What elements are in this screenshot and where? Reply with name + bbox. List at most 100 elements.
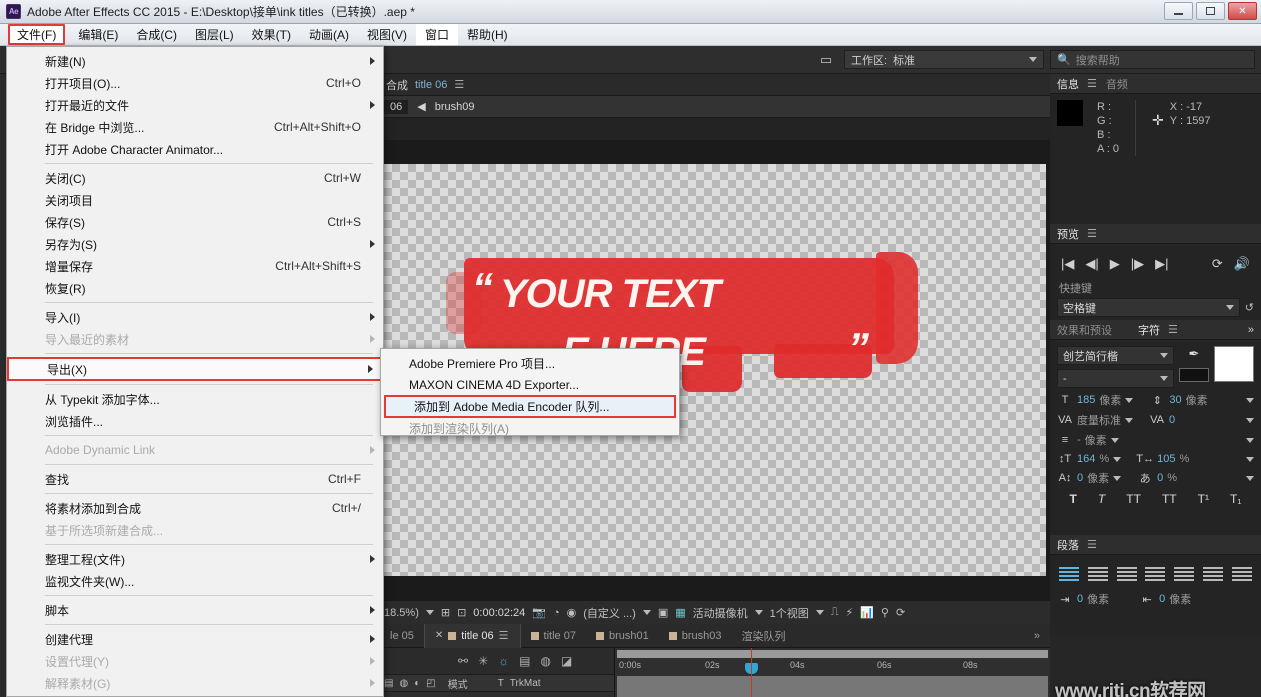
file-menu-dropdown[interactable]: 新建(N) 打开项目(O)... Ctrl+O 打开最近的文件在 Bridge 中浏览… [6,46,384,697]
align-center-icon[interactable] [1087,567,1108,581]
fast-preview-icon[interactable]: ⚡ [845,606,853,619]
info-panel-menu-icon[interactable]: ☰ [1087,77,1098,90]
comp-tab-label[interactable]: 合成 [386,77,408,93]
align-left-icon[interactable] [1059,567,1079,581]
tab-render-queue[interactable]: 渲染队列 [732,624,796,648]
justify-last-right-icon[interactable] [1203,567,1224,581]
zoom-chevron-icon[interactable] [425,610,434,615]
chevron-down-icon-hscale[interactable] [1246,456,1254,462]
timeline-graph-area[interactable]: 0:00s 02s 04s 06s 08s [615,648,1050,697]
reset-exposure-icon[interactable]: ⟳ [896,606,905,619]
menu-layer[interactable]: 图层(L) [186,24,243,45]
export-submenu[interactable]: Adobe Premiere Pro 项目... MAXON CINEMA 4D… [380,348,680,436]
submenu-item-premiere[interactable]: Adobe Premiere Pro 项目... [381,353,679,374]
next-frame-icon[interactable]: |▶ [1131,256,1144,272]
resolution-chevron-icon[interactable] [642,610,651,615]
last-frame-icon[interactable]: ▶| [1155,256,1168,272]
views-chevron-icon[interactable] [815,610,824,615]
timeline-ruler[interactable]: 0:00s 02s 04s 06s 08s [615,658,1050,676]
eyedropper-icon[interactable]: ✒ [1179,346,1209,362]
justify-all-icon[interactable] [1231,567,1252,581]
menu-view[interactable]: 视图(V) [358,24,416,45]
chevron-down-icon-kerning[interactable] [1125,417,1133,423]
chevron-down-icon-strokewidth[interactable] [1110,437,1119,443]
workspace-toggle-icon[interactable]: ▭ [814,49,838,71]
menu-item-0-3[interactable]: 在 Bridge 中浏览... Ctrl+Alt+Shift+O [7,116,383,138]
submenu-item-media-encoder[interactable]: 添加到 Adobe Media Encoder 队列... [384,395,676,418]
font-style-select[interactable]: - [1057,369,1174,388]
menu-animation[interactable]: 动画(A) [300,24,358,45]
grid-guides-icon[interactable]: ⊞ [441,606,450,619]
font-family-select[interactable]: 创艺简行楷 [1057,346,1174,365]
vscale-value[interactable]: 164 [1077,453,1095,465]
camera-chevron-icon[interactable] [754,610,763,615]
tab-close-icon[interactable]: ✕ [435,630,443,641]
leading-value[interactable]: 30 [1169,394,1181,406]
close-button[interactable]: ✕ [1228,2,1257,20]
menu-composition[interactable]: 合成(C) [127,24,186,45]
indent-value-1[interactable]: 0 [1077,593,1083,605]
maximize-button[interactable] [1196,2,1225,20]
tab-paragraph[interactable]: 段落 [1057,537,1079,553]
show-snapshot-icon[interactable]: ◔ [553,607,560,619]
baseline-value[interactable]: 0 [1077,472,1083,484]
superscript-button[interactable]: T¹ [1198,492,1209,506]
menu-item-4-0[interactable]: 从 Typekit 添加字体... [7,388,383,410]
region-of-interest-icon[interactable]: ⊡ [457,606,466,619]
menu-item-0-1[interactable]: 打开项目(O)... Ctrl+O [7,72,383,94]
chevron-down-icon-tracking[interactable] [1246,417,1254,423]
chevron-down-icon-vscale[interactable] [1113,456,1122,462]
tab-title-06[interactable]: ✕ title 06 ☰ [423,623,521,648]
minimize-button[interactable] [1164,2,1193,20]
region-interest-icon[interactable]: ▣ [658,606,668,619]
shy-icon[interactable]: ◍ [540,654,550,668]
small-caps-button[interactable]: TT [1162,492,1177,506]
playhead-line[interactable] [751,648,752,697]
pixel-aspect-icon[interactable]: ⎍ [831,606,839,619]
tab-brush01[interactable]: brush01 [586,624,659,648]
all-caps-button[interactable]: TT [1126,492,1141,506]
camera-view-value[interactable]: 活动摄像机 [693,605,748,621]
chevron-double-right-icon-char[interactable]: » [1248,324,1254,336]
menu-item-0-0[interactable]: 新建(N) [7,50,383,72]
stroke-width-value[interactable]: - [1077,434,1081,446]
breadcrumb-chip[interactable]: 06 [384,99,409,114]
shortcut-select[interactable]: 空格键 [1057,298,1240,317]
resolution-value[interactable]: (自定义 ...) [583,605,636,621]
font-size-value[interactable]: 185 [1077,394,1095,406]
chevron-down-icon-size[interactable] [1125,397,1134,403]
menu-file[interactable]: 文件(F) [8,24,66,45]
subscript-button[interactable]: T₁ [1230,492,1241,506]
fill-color-chip[interactable] [1214,346,1254,382]
menu-edit[interactable]: 编辑(E) [69,24,127,45]
timeline-icon[interactable]: 📊 [860,606,874,619]
menu-item-9-0[interactable]: 脚本 [7,599,383,621]
tracking-value[interactable]: 0 [1169,414,1175,426]
menu-item-7-0[interactable]: 将素材添加到合成 Ctrl+/ [7,497,383,519]
reset-shortcut-icon[interactable]: ↺ [1245,301,1254,314]
chevron-down-icon-tsume[interactable] [1246,475,1254,481]
loop-icon[interactable]: ⟳ [1212,256,1223,272]
lock-switch-icon[interactable]: ◰ [426,678,435,689]
panel-menu-icon[interactable]: ☰ [454,78,465,91]
snapshot-icon[interactable]: 📷 [532,606,546,619]
menu-item-10-0[interactable]: 创建代理 [7,628,383,650]
timeline-panel-menu-icon[interactable]: ☰ [499,629,510,642]
justify-last-center-icon[interactable] [1174,567,1195,581]
menu-item-3-0[interactable]: 导出(X) [7,357,383,381]
timeline-tabs-overflow[interactable]: » [1024,624,1050,648]
breadcrumb-item[interactable]: brush09 [435,101,475,113]
stroke-color-chip[interactable] [1179,368,1209,382]
audio-icon[interactable]: 🔊 [1234,256,1250,272]
kerning-value[interactable]: 度量标准 [1077,412,1121,428]
views-count[interactable]: 1个视图 [770,605,809,621]
zoom-level[interactable]: 18.5%) [384,607,419,619]
menu-item-1-1[interactable]: 关闭项目 [7,189,383,211]
motion-blur-icon[interactable]: ☼ [498,654,509,668]
submenu-item-cinema4d[interactable]: MAXON CINEMA 4D Exporter... [381,374,679,395]
chevron-down-icon-leading[interactable] [1246,397,1254,403]
tab-preview[interactable]: 预览 [1057,226,1079,242]
tab-title-05[interactable]: le 05 [380,624,424,648]
menu-item-8-0[interactable]: 整理工程(文件) [7,548,383,570]
tab-effects-presets[interactable]: 效果和预设 [1057,322,1112,338]
